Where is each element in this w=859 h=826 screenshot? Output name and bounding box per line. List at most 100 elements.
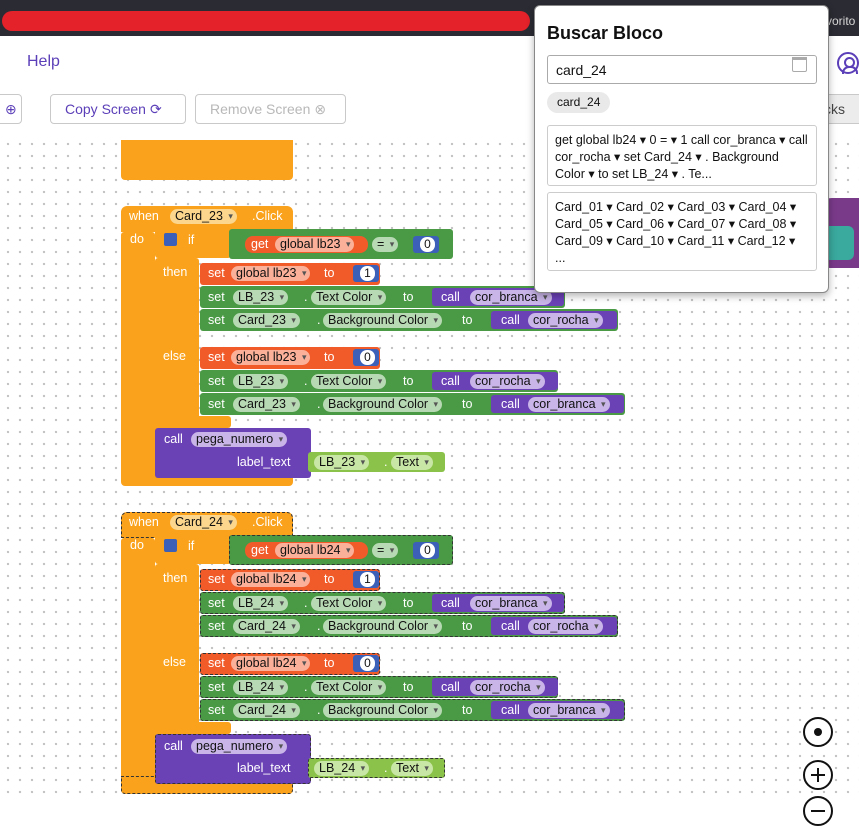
remove-icon: ⊗: [314, 100, 327, 117]
partial-event-block[interactable]: [121, 140, 293, 180]
zoom-in-icon[interactable]: [803, 760, 833, 790]
number-value[interactable]: 0: [420, 237, 435, 252]
set-label: set: [208, 266, 225, 280]
variable-dropdown[interactable]: global lb24: [231, 656, 311, 671]
dot-label: .: [304, 374, 308, 388]
number-value[interactable]: 1: [360, 266, 375, 281]
when-label: when: [129, 209, 159, 223]
if-label: if: [188, 233, 195, 247]
call-label: call: [441, 596, 460, 610]
to-label: to: [324, 656, 335, 670]
procedure-dropdown[interactable]: cor_rocha: [470, 374, 545, 389]
operator-dropdown[interactable]: =: [372, 237, 399, 252]
to-label: to: [324, 266, 335, 280]
get-label: get: [251, 237, 269, 251]
component-dropdown[interactable]: LB_23: [314, 455, 370, 470]
event-label: .Click: [252, 209, 283, 223]
component-dropdown[interactable]: Card_23: [233, 397, 300, 412]
variable-dropdown[interactable]: global lb24: [231, 572, 311, 587]
call-label: call: [441, 680, 460, 694]
property-dropdown[interactable]: Text Color: [311, 374, 387, 389]
procedure-dropdown[interactable]: pega_numero: [191, 432, 288, 447]
search-result-1[interactable]: get global lb24 ▾ 0 = ▾ 1 call cor_branc…: [547, 125, 817, 186]
component-dropdown[interactable]: Card_24: [233, 703, 300, 718]
dot-label: .: [317, 619, 321, 633]
set-label: set: [208, 313, 225, 327]
property-dropdown[interactable]: Text: [391, 761, 433, 776]
gear-icon[interactable]: [164, 233, 177, 246]
call-label: call: [501, 397, 520, 411]
number-value[interactable]: 0: [360, 350, 375, 365]
dot-label: .: [317, 397, 321, 411]
procedure-dropdown[interactable]: cor_rocha: [528, 313, 603, 328]
variable-dropdown[interactable]: global lb24: [275, 543, 355, 558]
component-dropdown[interactable]: Card_24: [170, 515, 237, 530]
property-dropdown[interactable]: Text Color: [311, 290, 387, 305]
property-dropdown[interactable]: Text Color: [311, 680, 387, 695]
else-label: else: [163, 655, 186, 669]
if-label: if: [188, 539, 195, 553]
argument-label: label_text: [237, 761, 291, 775]
component-dropdown[interactable]: LB_24: [233, 596, 289, 611]
procedure-dropdown[interactable]: cor_branca: [470, 596, 552, 611]
recenter-icon[interactable]: [803, 717, 833, 747]
variable-dropdown[interactable]: global lb23: [231, 266, 311, 281]
add-screen-button[interactable]: ⊕: [0, 94, 22, 124]
operator-dropdown[interactable]: =: [372, 543, 399, 558]
gear-icon[interactable]: [164, 539, 177, 552]
set-label: set: [208, 374, 225, 388]
property-dropdown[interactable]: Text Color: [311, 596, 387, 611]
number-value[interactable]: 0: [420, 543, 435, 558]
variable-dropdown[interactable]: global lb23: [275, 237, 355, 252]
do-label: do: [130, 232, 144, 246]
search-chip[interactable]: card_24: [547, 92, 611, 113]
to-label: to: [324, 572, 335, 586]
search-input[interactable]: card_24: [547, 55, 817, 84]
dot-label: .: [304, 596, 308, 610]
zoom-out-icon[interactable]: [803, 796, 833, 826]
else-label: else: [163, 349, 186, 363]
to-label: to: [462, 397, 473, 411]
variable-dropdown[interactable]: global lb23: [231, 350, 311, 365]
remove-screen-label: Remove Screen: [210, 101, 311, 117]
set-label: set: [208, 350, 225, 364]
to-label: to: [324, 350, 335, 364]
set-label: set: [208, 397, 225, 411]
copy-screen-button[interactable]: Copy Screen ⟳: [50, 94, 186, 124]
component-dropdown[interactable]: Card_24: [233, 619, 300, 634]
component-dropdown[interactable]: LB_24: [233, 680, 289, 695]
property-dropdown[interactable]: Background Color: [323, 313, 443, 328]
procedure-dropdown[interactable]: cor_rocha: [528, 619, 603, 634]
help-menu[interactable]: Help: [27, 53, 60, 71]
property-dropdown[interactable]: Background Color: [323, 619, 443, 634]
procedure-dropdown[interactable]: cor_branca: [528, 397, 610, 412]
component-dropdown[interactable]: LB_23: [233, 374, 289, 389]
to-label: to: [403, 680, 414, 694]
number-value[interactable]: 0: [360, 656, 375, 671]
copy-icon: ⟳: [149, 100, 162, 117]
add-icon: ⊕: [5, 100, 17, 117]
component-dropdown[interactable]: Card_23: [170, 209, 237, 224]
property-dropdown[interactable]: Background Color: [323, 397, 443, 412]
component-dropdown[interactable]: LB_23: [233, 290, 289, 305]
then-label: then: [163, 265, 188, 279]
search-result-2[interactable]: Card_01 ▾ Card_02 ▾ Card_03 ▾ Card_04 ▾ …: [547, 192, 817, 271]
procedure-dropdown[interactable]: cor_branca: [528, 703, 610, 718]
property-dropdown[interactable]: Background Color: [323, 703, 443, 718]
component-dropdown[interactable]: Card_23: [233, 313, 300, 328]
set-label: set: [208, 596, 225, 610]
bookmark-text[interactable]: vorito: [826, 14, 855, 28]
call-label: call: [441, 374, 460, 388]
call-label: call: [501, 619, 520, 633]
remove-screen-button[interactable]: Remove Screen ⊗: [195, 94, 346, 124]
procedure-dropdown[interactable]: pega_numero: [191, 739, 288, 754]
component-dropdown[interactable]: LB_24: [314, 761, 370, 776]
user-icon[interactable]: [837, 52, 859, 74]
call-label: call: [441, 290, 460, 304]
number-value[interactable]: 1: [360, 572, 375, 587]
trash-icon[interactable]: [792, 57, 807, 72]
dot-label: .: [384, 455, 388, 469]
popup-title: Buscar Bloco: [547, 23, 664, 43]
procedure-dropdown[interactable]: cor_rocha: [470, 680, 545, 695]
property-dropdown[interactable]: Text: [391, 455, 433, 470]
